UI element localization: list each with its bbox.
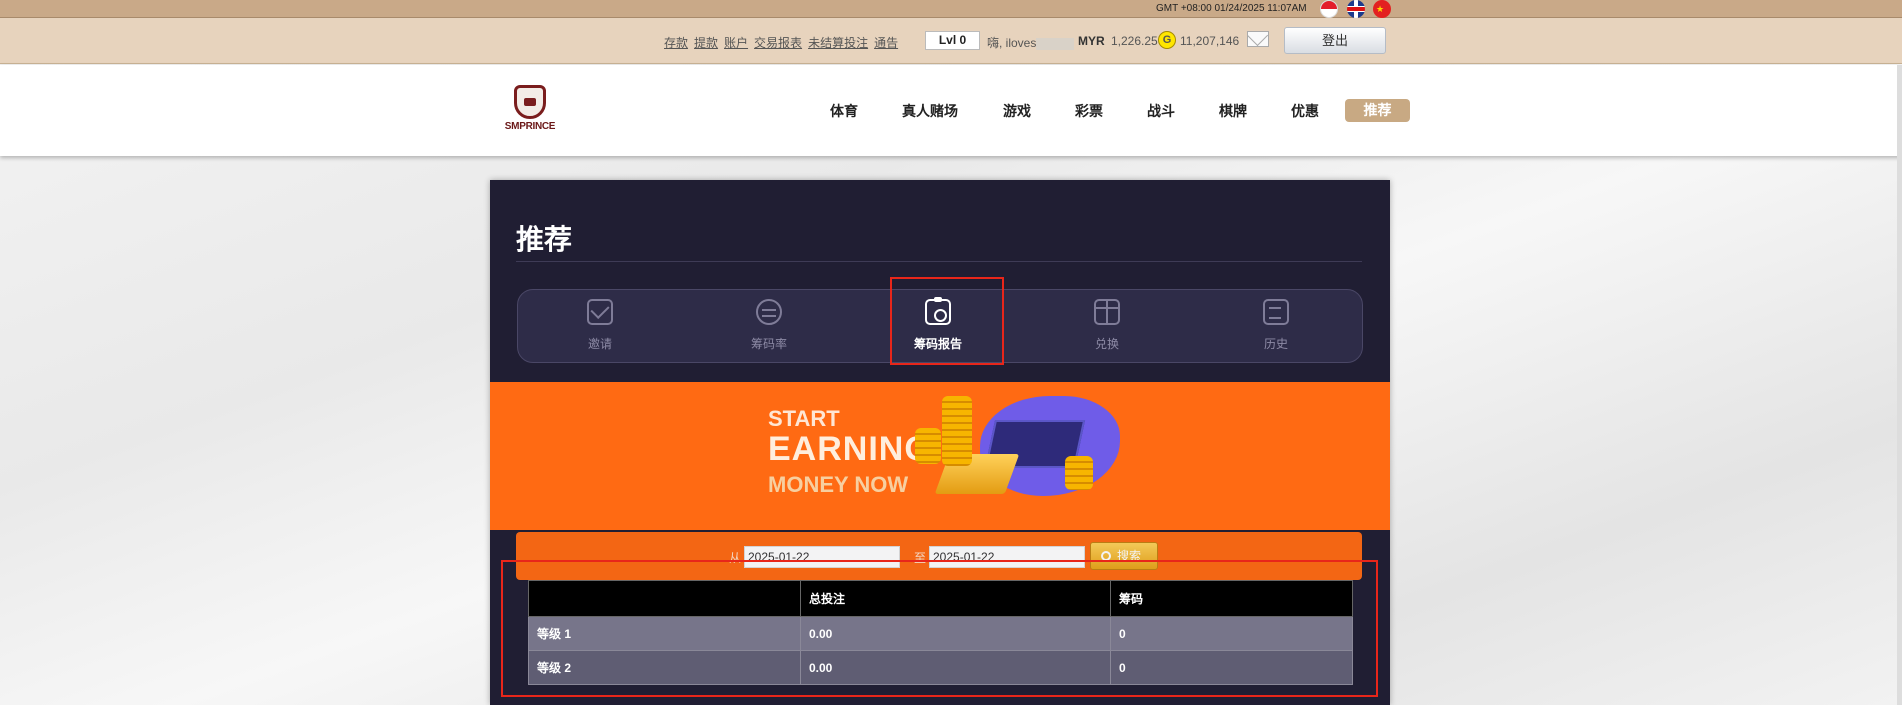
withdraw-link[interactable]: 提款 [694,36,718,50]
page-title: 推荐 [516,224,573,255]
coin-stack-icon [1065,456,1093,490]
divider [516,261,1362,262]
tab-label: 历史 [1263,337,1288,351]
id-flag-icon[interactable] [1320,0,1338,18]
nav-live-casino[interactable]: 真人赌场 [902,101,958,121]
nav-promotions[interactable]: 优惠 [1291,101,1319,121]
history-icon [1263,299,1289,325]
nav-referral[interactable]: 推荐 [1345,99,1410,122]
deposit-link[interactable]: 存款 [664,36,688,50]
scrollbar[interactable] [1897,65,1902,705]
tab-redeem[interactable]: 兑换 [1052,296,1162,356]
banner-line3: MONEY NOW [768,472,909,497]
logo-text: SMPRINCE [504,121,556,132]
announcement-link[interactable]: 通告 [874,36,898,50]
balance-value: 1,226.25 [1111,34,1158,48]
highlight-box-table [501,560,1378,697]
logout-button[interactable]: 登出 [1284,27,1386,54]
unsettled-bets-link[interactable]: 未结算投注 [808,36,868,50]
nav-sports[interactable]: 体育 [830,101,858,121]
main-header: SMPRINCE 体育 真人赌场 游戏 彩票 战斗 棋牌 优惠 推荐 [0,65,1902,156]
nav-fight[interactable]: 战斗 [1147,101,1175,121]
account-links: 存款 提款 账户 交易报表 未结算投注 通告 [664,34,904,51]
datetime-text: GMT +08:00 01/24/2025 11:07AM [1156,3,1307,14]
tab-chip-rate[interactable]: 筹码率 [714,296,824,356]
level-badge: Lvl 0 [925,31,980,50]
cn-flag-icon[interactable]: ★ [1373,0,1391,18]
coin-stack-icon [915,428,941,464]
highlight-box-tab [890,277,1004,365]
account-bar: 存款 提款 账户 交易报表 未结算投注 通告 Lvl 0 嗨, iloves MYR 1,… [0,18,1902,64]
coin-stack-icon [942,396,972,466]
tab-label: 兑换 [1094,337,1119,351]
top-info-strip: GMT +08:00 01/24/2025 11:07AM ★ [0,0,1902,18]
tab-invite[interactable]: 邀请 [545,296,655,356]
account-link[interactable]: 账户 [724,36,748,50]
coins-icon [756,299,782,325]
uk-flag-icon[interactable] [1347,0,1365,18]
currency-label: MYR [1078,34,1105,48]
username-text: 嗨, iloves [987,36,1037,50]
transaction-report-link[interactable]: 交易报表 [754,36,802,50]
greeting-text: 嗨, iloves [987,34,1075,51]
promo-banner: START EARNING MONEY NOW [490,382,1390,530]
envelope-icon [587,299,613,325]
nav-lottery[interactable]: 彩票 [1075,101,1103,121]
nav-board-games[interactable]: 棋牌 [1219,101,1247,121]
gift-icon [1094,299,1120,325]
tab-history[interactable]: 历史 [1221,296,1331,356]
mail-icon[interactable] [1247,31,1269,47]
banner-line2: EARNING [768,430,932,468]
tab-label: 邀请 [587,337,612,351]
logo-shield-icon [514,85,546,119]
site-logo[interactable]: SMPRINCE [498,85,562,137]
banner-line1: START [768,406,840,431]
coin-icon: G [1158,31,1176,49]
nav-games[interactable]: 游戏 [1003,101,1031,121]
points-value: 11,207,146 [1180,34,1240,48]
username-mask [1036,37,1075,50]
tab-label: 筹码率 [750,337,787,351]
